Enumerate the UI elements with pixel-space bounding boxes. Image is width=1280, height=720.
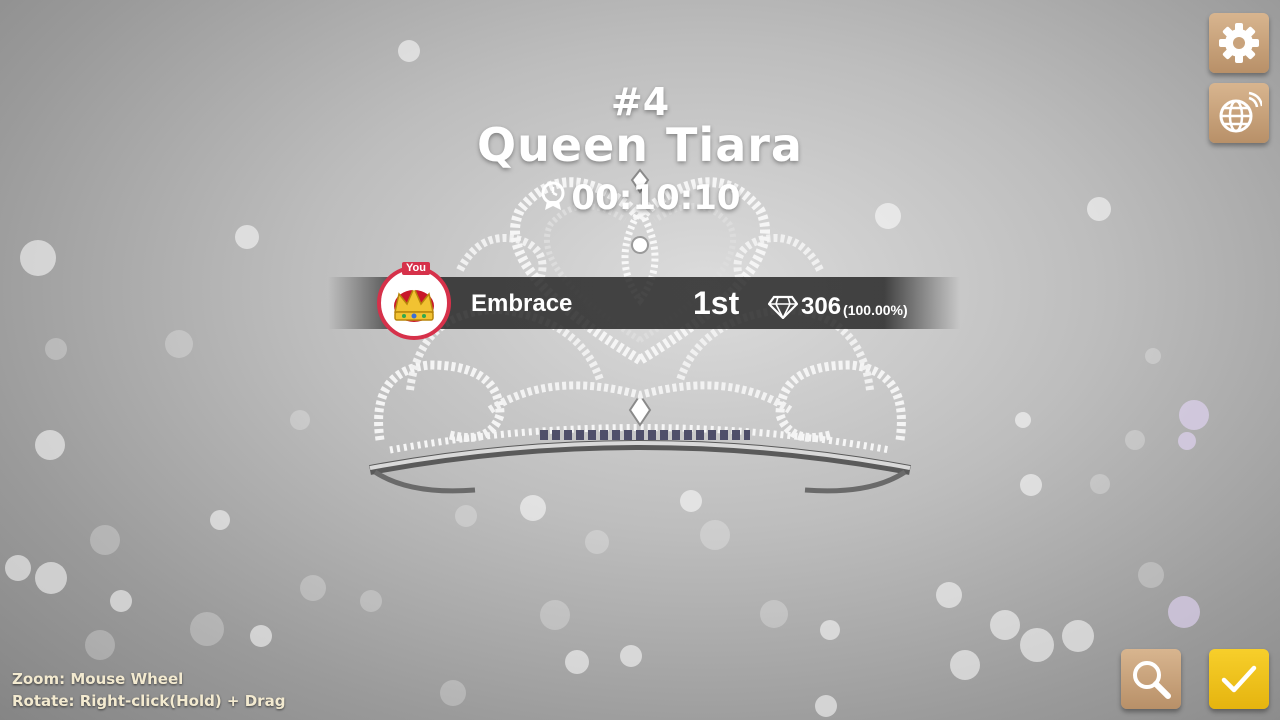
bokeh-light (620, 645, 642, 667)
bokeh-light (700, 520, 730, 550)
gem-score: 306 (100.00%) (768, 293, 908, 321)
bokeh-light (760, 600, 788, 628)
bokeh-light (540, 600, 570, 630)
game-scene[interactable]: #4 Queen Tiara 00:10:10 You Embrace 1st (0, 0, 1280, 720)
bokeh-light (85, 630, 115, 660)
bokeh-light (360, 590, 382, 612)
bokeh-light (20, 240, 56, 276)
bokeh-light (35, 562, 67, 594)
bokeh-light (440, 680, 466, 706)
rotate-hint: Rotate: Right-click(Hold) + Drag (12, 692, 286, 710)
bokeh-light (1090, 474, 1110, 494)
language-button[interactable] (1209, 83, 1269, 143)
bokeh-light (585, 530, 609, 554)
settings-button[interactable] (1209, 13, 1269, 73)
bokeh-light (1020, 628, 1054, 662)
bokeh-light (1138, 562, 1164, 588)
crown-icon (394, 285, 434, 322)
player-avatar (377, 266, 451, 340)
bokeh-light (5, 555, 31, 581)
bokeh-light (1145, 348, 1161, 364)
bokeh-light (1020, 474, 1042, 496)
bokeh-light (565, 650, 589, 674)
bokeh-light (300, 575, 326, 601)
gear-icon (1219, 23, 1259, 63)
bokeh-light (35, 430, 65, 460)
magnifier-icon (1133, 661, 1171, 699)
confirm-button[interactable] (1209, 649, 1269, 709)
zoom-hint: Zoom: Mouse Wheel (12, 670, 184, 688)
bokeh-light (165, 330, 193, 358)
bokeh-light (1168, 596, 1200, 628)
bokeh-light (110, 590, 132, 612)
bokeh-light (250, 625, 272, 647)
bokeh-light (1125, 430, 1145, 450)
diamond-icon (768, 295, 798, 319)
bokeh-light (1179, 400, 1209, 430)
bokeh-light (950, 650, 980, 680)
gem-count: 306 (801, 293, 842, 320)
puzzle-title: Queen Tiara (477, 118, 803, 172)
globe-icon (1219, 91, 1262, 133)
bokeh-light (90, 525, 120, 555)
clear-timer: 00:10:10 (0, 178, 1280, 220)
player-name: Embrace (471, 290, 573, 317)
bokeh-light (398, 40, 420, 62)
stopwatch-icon (539, 179, 567, 220)
you-badge: You (402, 262, 430, 275)
bokeh-light (1062, 620, 1094, 652)
bokeh-light (1015, 412, 1031, 428)
bokeh-light (815, 695, 837, 717)
clear-time-value: 00:10:10 (571, 178, 741, 218)
bokeh-light (235, 225, 259, 249)
bokeh-light (290, 410, 310, 430)
placement-rank: 1st (693, 285, 740, 321)
checkmark-icon (1221, 665, 1257, 693)
zoom-button[interactable] (1121, 649, 1181, 709)
bokeh-light (990, 610, 1020, 640)
bokeh-light (210, 510, 230, 530)
bokeh-light (45, 338, 67, 360)
bokeh-light (936, 582, 962, 608)
bokeh-light (1178, 432, 1196, 450)
gem-percent: (100.00%) (843, 302, 908, 318)
bokeh-light (190, 612, 224, 646)
bokeh-light (820, 620, 840, 640)
